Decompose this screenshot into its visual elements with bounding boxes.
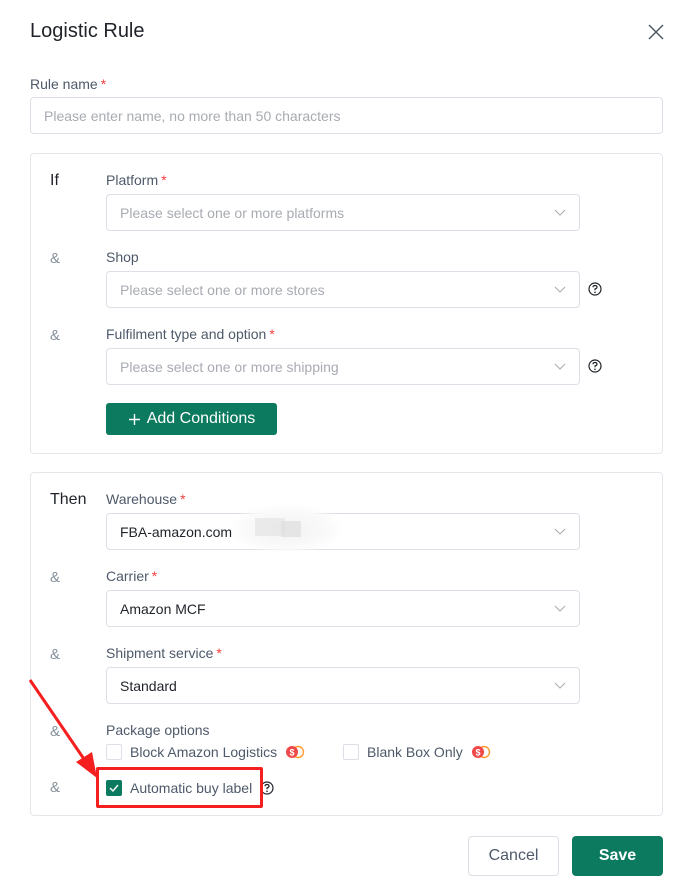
required-mark: * <box>161 172 167 188</box>
then-keyword: Then <box>50 491 87 508</box>
rule-name-input[interactable] <box>30 97 663 134</box>
if-conditions-panel: If Platform * Please select one or more p… <box>30 153 663 454</box>
save-button[interactable]: Save <box>572 836 663 876</box>
shop-placeholder: Please select one or more stores <box>120 281 325 298</box>
block-amazon-logistics-label: Block Amazon Logistics <box>130 744 278 760</box>
fulfilment-label: Fulfilment type and option * <box>106 326 275 342</box>
warehouse-select[interactable]: FBA-amazon.com <box>106 513 580 550</box>
plus-icon <box>128 413 140 425</box>
dialog-title: Logistic Rule <box>30 20 145 42</box>
blank-box-only-label: Blank Box Only <box>367 744 463 760</box>
platform-placeholder: Please select one or more platforms <box>120 204 345 221</box>
paid-coin-icon: $ <box>286 745 305 759</box>
if-keyword: If <box>50 172 59 189</box>
question-circle-icon[interactable] <box>588 359 602 373</box>
platform-label: Platform * <box>106 172 167 188</box>
add-conditions-label: Add Conditions <box>146 410 256 427</box>
blank-box-only-checkbox[interactable]: Blank Box Only $ <box>343 744 491 760</box>
block-amazon-logistics-checkbox[interactable]: Block Amazon Logistics $ <box>106 744 305 760</box>
chevron-down-icon <box>554 209 566 216</box>
checkbox-box[interactable] <box>106 744 122 760</box>
fulfilment-select[interactable]: Please select one or more shipping <box>106 348 580 385</box>
question-circle-icon[interactable] <box>588 282 602 296</box>
warehouse-label: Warehouse * <box>106 491 186 507</box>
chevron-down-icon <box>554 605 566 612</box>
shop-label: Shop <box>106 249 139 265</box>
add-conditions-button[interactable]: Add Conditions <box>106 403 277 435</box>
required-mark: * <box>269 326 275 342</box>
and-connector: & <box>50 779 61 796</box>
required-mark: * <box>100 76 107 92</box>
required-mark: * <box>151 568 158 584</box>
platform-select[interactable]: Please select one or more platforms <box>106 194 580 231</box>
rule-name-label: Rule name * <box>30 76 107 92</box>
redacted-blur <box>231 505 341 553</box>
shipment-service-value: Standard <box>120 677 177 694</box>
svg-text:$: $ <box>475 748 480 758</box>
required-mark: * <box>216 645 222 661</box>
and-connector: & <box>50 569 61 586</box>
annotation-highlight-box <box>96 767 263 808</box>
and-connector: & <box>50 723 61 740</box>
and-connector: & <box>50 327 61 344</box>
chevron-down-icon <box>554 682 566 689</box>
fulfilment-placeholder: Please select one or more shipping <box>120 358 339 375</box>
carrier-label: Carrier * <box>106 568 158 584</box>
shipment-service-select[interactable]: Standard <box>106 667 580 704</box>
and-connector: & <box>50 646 61 663</box>
chevron-down-icon <box>554 363 566 370</box>
cancel-button[interactable]: Cancel <box>468 836 559 876</box>
paid-coin-icon: $ <box>471 745 490 759</box>
then-actions-panel: Then Warehouse * FBA-amazon.com & Carrier… <box>30 472 663 816</box>
checkbox-box[interactable] <box>343 744 359 760</box>
required-mark: * <box>180 491 186 507</box>
chevron-down-icon <box>554 286 566 293</box>
carrier-value: Amazon MCF <box>120 600 206 617</box>
and-connector: & <box>50 250 61 267</box>
shop-select[interactable]: Please select one or more stores <box>106 271 580 308</box>
close-icon[interactable] <box>646 22 666 42</box>
chevron-down-icon <box>554 528 566 535</box>
svg-text:$: $ <box>290 748 295 758</box>
package-options-label: Package options <box>106 722 210 738</box>
carrier-select[interactable]: Amazon MCF <box>106 590 580 627</box>
warehouse-value: FBA-amazon.com <box>120 523 233 540</box>
shipment-service-label: Shipment service * <box>106 645 222 661</box>
